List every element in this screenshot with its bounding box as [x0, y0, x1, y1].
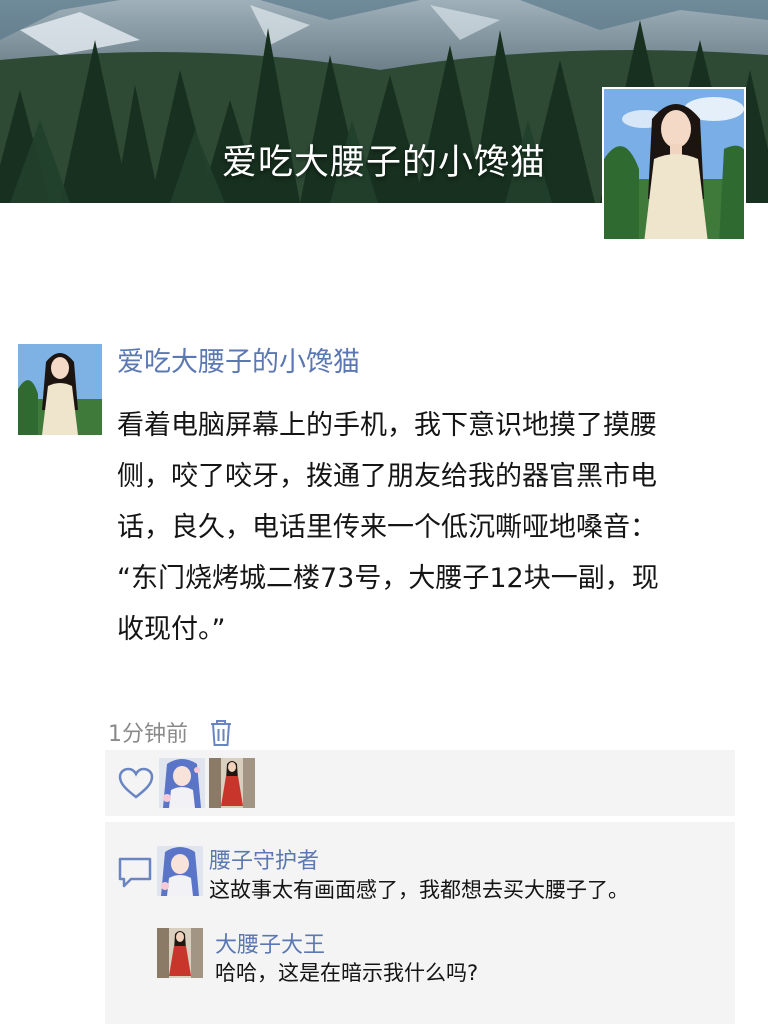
- heart-icon[interactable]: [117, 766, 155, 800]
- commenter-name[interactable]: 大腰子大王: [215, 927, 325, 959]
- commenter-name[interactable]: 腰子守护者: [209, 843, 319, 875]
- post-line: 侧，咬了咬牙，拨通了朋友给我的器官黑市电: [117, 461, 657, 492]
- commenter-avatar[interactable]: [157, 846, 203, 896]
- post-author-avatar[interactable]: [18, 344, 102, 435]
- red-dress-girl-image: [157, 928, 203, 978]
- red-dress-girl-image: [209, 758, 255, 808]
- anime-girl-image: [159, 758, 205, 808]
- comment-icon[interactable]: [115, 854, 155, 892]
- post-timestamp: 1分钟前: [108, 722, 188, 747]
- liker-avatar[interactable]: [159, 758, 205, 808]
- post-author-name[interactable]: 爱吃大腰子的小馋猫: [117, 340, 360, 379]
- post-line: 收现付。”: [117, 614, 226, 645]
- post-line: “东门烧烤城二楼73号，大腰子12块一副，现: [117, 563, 659, 594]
- comment-text: 这故事太有画面感了，我都想去买大腰子了。: [209, 878, 629, 902]
- post-content: 看着电脑屏幕上的手机，我下意识地摸了摸腰 侧，咬了咬牙，拨通了朋友给我的器官黑市…: [117, 400, 742, 655]
- profile-avatar[interactable]: [602, 87, 746, 241]
- trash-icon[interactable]: [208, 717, 234, 747]
- woman-portrait-image: [18, 344, 102, 435]
- comment-text: 哈哈，这是在暗示我什么吗?: [215, 961, 479, 985]
- comments-panel: 腰子守护者 这故事太有画面感了，我都想去买大腰子了。 大腰子大王 哈哈，这是在暗…: [105, 822, 735, 1024]
- anime-girl-image: [157, 846, 203, 896]
- liker-avatar[interactable]: [209, 758, 255, 808]
- commenter-avatar[interactable]: [157, 928, 203, 978]
- post-meta: 1分钟前: [108, 715, 234, 749]
- post-line: 看着电脑屏幕上的手机，我下意识地摸了摸腰: [117, 410, 657, 441]
- cover-title: 爱吃大腰子的小馋猫: [222, 143, 547, 183]
- likes-panel: [105, 750, 735, 816]
- post-line: 话，良久，电话里传来一个低沉嘶哑地嗓音：: [117, 512, 657, 543]
- woman-portrait-image: [604, 89, 744, 239]
